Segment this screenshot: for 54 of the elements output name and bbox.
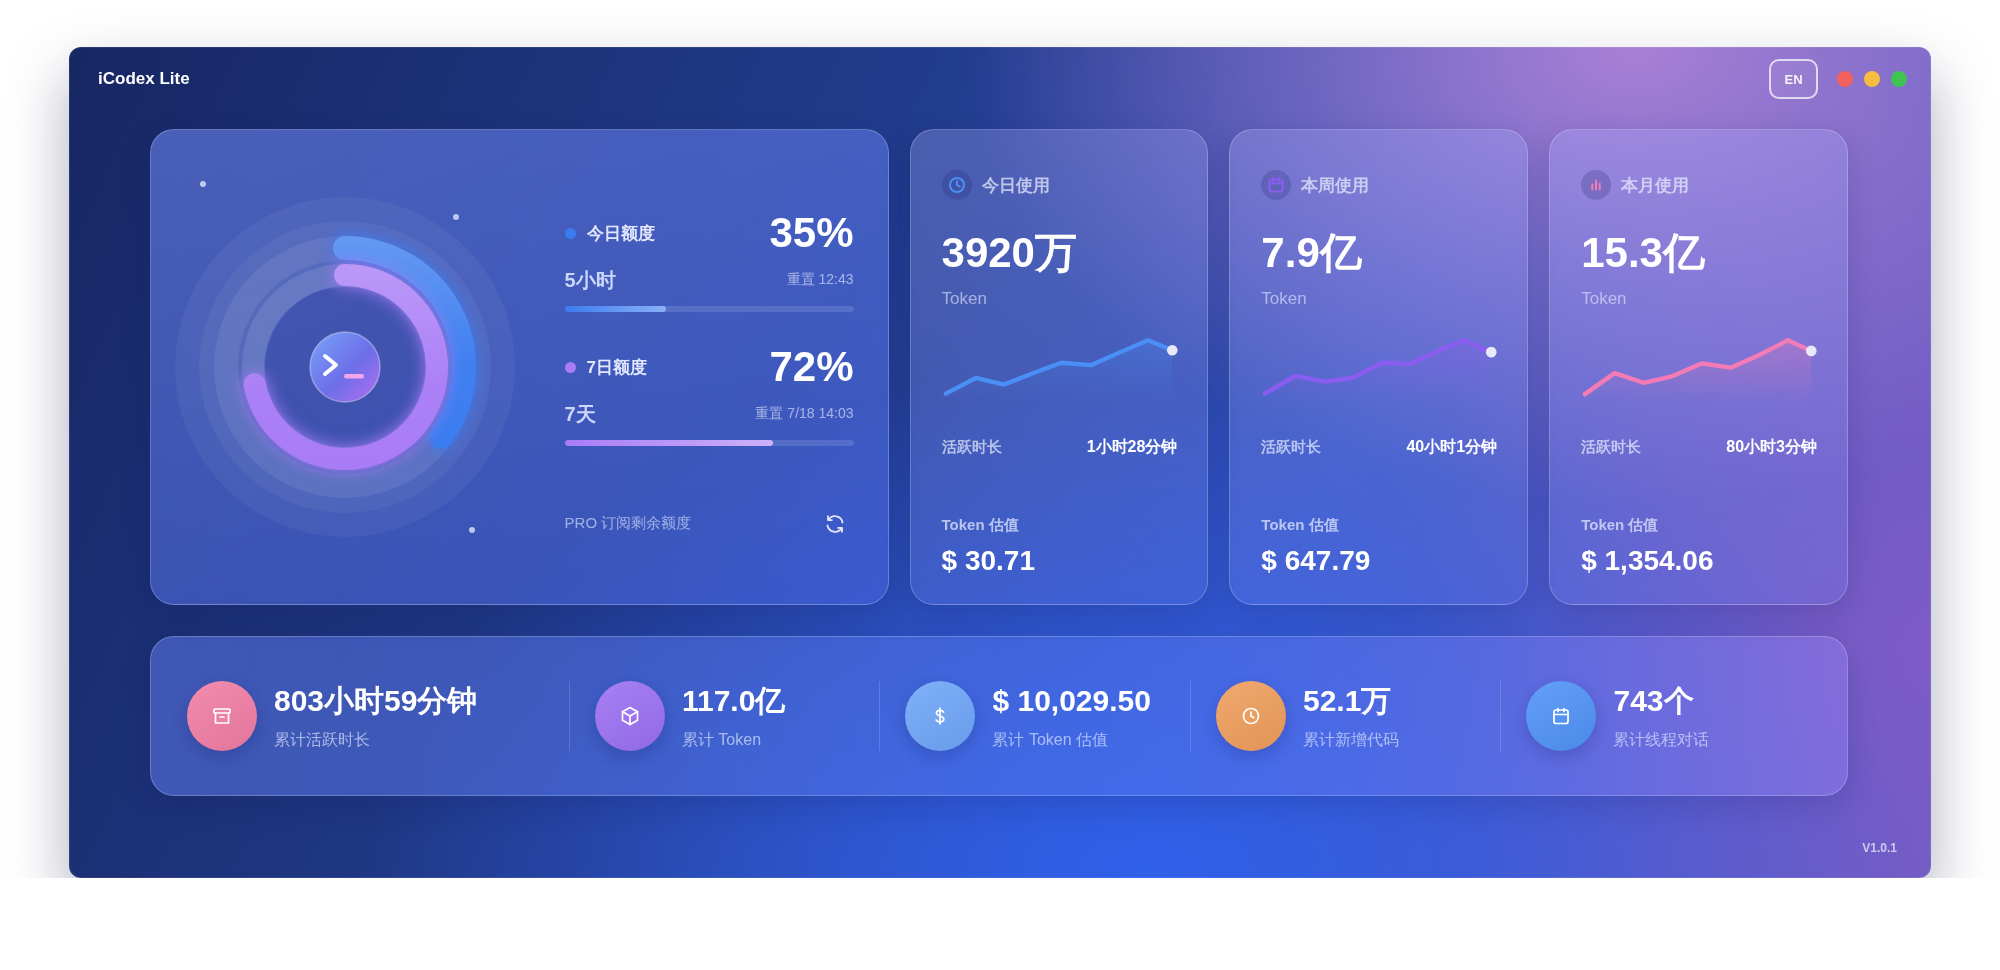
sparkle-dot-icon (200, 181, 206, 187)
quota-period: 5小时 (564, 267, 616, 293)
total-label: 累计活跃时长 (274, 729, 370, 750)
zoom-button[interactable] (1891, 71, 1907, 87)
active-time-label: 活跃时长 (1261, 437, 1322, 457)
version-label: V1.0.1 (1862, 840, 1897, 856)
usage-period-title: 本月使用 (1621, 174, 1690, 197)
bar-chart-icon (1581, 170, 1612, 200)
language-button[interactable]: EN (1769, 59, 1818, 99)
cost-estimate-value: $ 30.71 (941, 544, 1036, 578)
token-unit-label: Token (1581, 288, 1628, 310)
usage-period-title: 本周使用 (1301, 174, 1370, 197)
minimize-button[interactable] (1864, 71, 1880, 87)
token-count: 15.3亿 (1581, 228, 1706, 278)
token-unit-label: Token (1261, 288, 1308, 310)
total-value: 803小时59分钟 (274, 682, 478, 719)
active-time-label: 活跃时长 (1581, 437, 1642, 457)
quota-label: 7日额度 (586, 356, 647, 379)
sparkle-dot-icon (453, 214, 459, 220)
total-value: 117.0亿 (681, 682, 786, 719)
token-count: 3920万 (941, 228, 1078, 278)
terminal-icon (309, 331, 381, 403)
refresh-icon[interactable] (825, 514, 844, 533)
sparkle-dot-icon (469, 527, 475, 533)
app-title: iCodex Lite (98, 69, 190, 89)
total-label: 累计 Token (681, 729, 762, 750)
reset-time: 重置 12:43 (786, 271, 854, 289)
cost-estimate-label: Token 估值 (941, 515, 1020, 535)
quota-percent: 35% (769, 212, 854, 254)
total-value: 52.1万 (1302, 682, 1392, 719)
total-label: 累计线程对话 (1613, 729, 1710, 750)
cost-estimate-label: Token 估值 (1581, 515, 1660, 535)
calendar-icon (1261, 170, 1292, 200)
close-button[interactable] (1837, 71, 1853, 87)
usage-period-title: 今日使用 (981, 174, 1050, 197)
total-label: 累计 Token 估值 (992, 729, 1109, 750)
active-time-value: 80小时3分钟 (1726, 436, 1817, 457)
token-unit-label: Token (941, 288, 988, 310)
quota-percent: 72% (769, 346, 854, 388)
reset-time: 重置 7/18 14:03 (755, 405, 854, 423)
cost-estimate-value: $ 647.79 (1261, 544, 1372, 578)
total-value: 743个 (1613, 682, 1694, 719)
token-count: 7.9亿 (1261, 228, 1363, 278)
active-time-label: 活跃时长 (941, 437, 1002, 457)
cost-estimate-label: Token 估值 (1261, 515, 1340, 535)
active-time-value: 40小时1分钟 (1406, 436, 1498, 457)
cost-estimate-value: $ 1,354.06 (1581, 544, 1715, 578)
total-label: 累计新增代码 (1302, 729, 1399, 750)
active-time-value: 1小时28分钟 (1086, 436, 1178, 457)
quota-period: 7天 (564, 401, 596, 427)
total-value: $ 10,029.50 (992, 682, 1151, 719)
clock-icon (941, 170, 972, 200)
subscription-label: PRO 订阅剩余额度 (564, 514, 692, 533)
quota-label: 今日额度 (586, 222, 655, 245)
